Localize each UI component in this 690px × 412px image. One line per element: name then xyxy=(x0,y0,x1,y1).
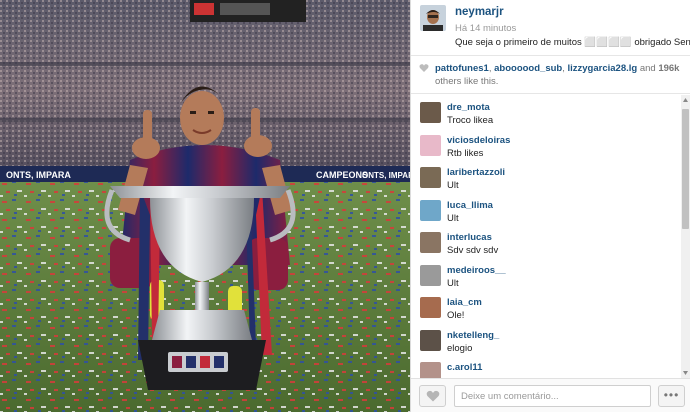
scroll-up-arrow-icon[interactable] xyxy=(682,96,689,104)
comments-scrollbar[interactable] xyxy=(681,95,690,378)
likes-suffix: others like this. xyxy=(435,76,499,87)
comment-text: Rtb likes xyxy=(447,147,484,159)
likes-summary: pattofunes1, aboooood_sub, lizzygarcia28… xyxy=(411,56,690,94)
commenter-username[interactable]: interlucas xyxy=(447,232,492,243)
comment-text: Ult xyxy=(447,180,459,191)
commenter-username[interactable]: medeiroos__ xyxy=(447,265,506,276)
commenter-avatar[interactable] xyxy=(420,362,441,378)
comment-item: laribertazzoli Ult xyxy=(411,160,683,193)
scroll-down-arrow-icon[interactable] xyxy=(682,369,689,377)
commenter-avatar[interactable] xyxy=(420,199,441,221)
post-photo[interactable]: ONTS, IMPARA CAMPEONS ONTS, IMPAR xyxy=(0,0,410,412)
liker-link[interactable]: lizzygarcia28.lg xyxy=(567,63,637,74)
commenter-avatar[interactable] xyxy=(420,264,441,286)
banner-text-right: ONTS, IMPAR xyxy=(362,171,410,180)
comment-text: Ole! xyxy=(447,310,465,321)
post-caption: Que seja o primeiro de muitos ⬜⬜⬜⬜ obrig… xyxy=(455,37,690,48)
commenter-username[interactable]: c.arol11 xyxy=(447,362,482,373)
commenter-username[interactable]: laia_cm xyxy=(447,297,482,308)
likes-and-label: and xyxy=(639,63,656,74)
comment-text: elogio xyxy=(447,342,473,354)
post-header: neymarjr Há 14 minutos Que seja o primei… xyxy=(411,0,690,56)
comments-list[interactable]: dre_mota Troco likea viciosdeloiras Rtb … xyxy=(411,95,683,378)
commenter-username[interactable]: dre_mota xyxy=(447,102,490,113)
heart-icon xyxy=(426,390,440,402)
commenter-avatar[interactable] xyxy=(420,232,441,253)
photo-image: ONTS, IMPARA CAMPEONS ONTS, IMPAR xyxy=(0,0,410,412)
post-timestamp[interactable]: Há 14 minutos xyxy=(455,23,516,34)
commenter-username[interactable]: nketelleng_ xyxy=(447,330,499,341)
commenter-username[interactable]: laribertazzoli xyxy=(447,167,505,178)
comment-item: nketelleng_ elogio xyxy=(411,323,683,356)
commenter-avatar[interactable] xyxy=(420,102,441,123)
liker-link[interactable]: pattofunes1 xyxy=(435,63,489,74)
comment-item: viciosdeloiras Rtb likes xyxy=(411,128,683,161)
comment-item: laia_cm Ole! xyxy=(411,290,683,323)
comment-item: luca_llima Ult xyxy=(411,193,683,226)
commenter-avatar[interactable] xyxy=(420,167,441,188)
commenter-avatar[interactable] xyxy=(420,329,441,351)
post-side-panel: neymarjr Há 14 minutos Que seja o primei… xyxy=(410,0,690,412)
comment-text: Ult xyxy=(447,277,459,289)
banner-text-left: ONTS, IMPARA xyxy=(6,170,71,180)
comment-item: interlucas Sdv sdv sdv xyxy=(411,225,683,258)
comment-text: Sdv sdv sdv xyxy=(447,245,499,256)
scrollbar-thumb[interactable] xyxy=(682,109,689,229)
liker-link[interactable]: aboooood_sub xyxy=(494,63,562,74)
author-avatar[interactable] xyxy=(420,5,446,31)
author-username[interactable]: neymarjr xyxy=(455,6,504,18)
like-button[interactable] xyxy=(419,385,446,407)
comment-input[interactable] xyxy=(454,385,651,407)
banner-text-mid: CAMPEONS xyxy=(316,170,368,180)
commenter-avatar[interactable] xyxy=(420,134,441,156)
commenter-username[interactable]: luca_llima xyxy=(447,200,493,211)
commenter-avatar[interactable] xyxy=(420,297,441,318)
comment-item: medeiroos__ Ult xyxy=(411,258,683,291)
comment-composer: ••• xyxy=(411,378,690,412)
likes-count[interactable]: 196k xyxy=(658,63,679,74)
comment-item: c.arol11 xyxy=(411,355,683,378)
comment-text: Troco likea xyxy=(447,115,494,126)
comment-item: dre_mota Troco likea xyxy=(411,95,683,128)
heart-icon xyxy=(419,64,429,72)
more-options-button[interactable]: ••• xyxy=(658,385,685,407)
commenter-username[interactable]: viciosdeloiras xyxy=(447,135,510,146)
comment-text: Ult xyxy=(447,212,459,224)
